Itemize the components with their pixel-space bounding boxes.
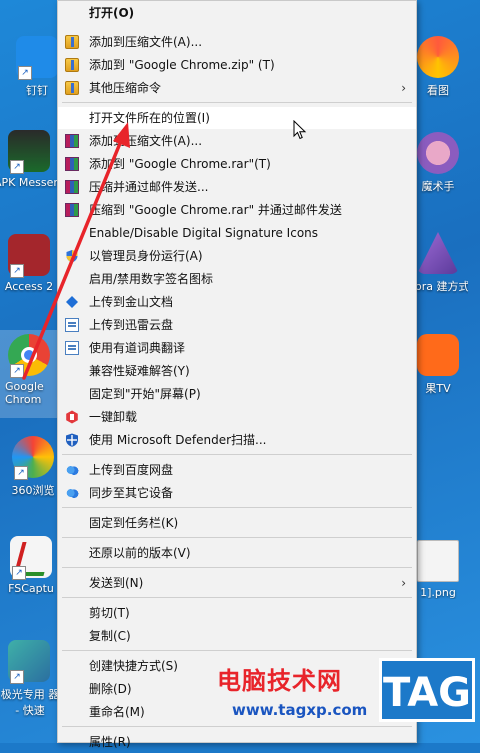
menu-item-rar-add-to-rar[interactable]: 添加到 "Google Chrome.rar"(T) (58, 153, 416, 175)
desktop-icon-label: 极光专用 器 - 快速 (0, 688, 60, 717)
menu-item-defender-scan[interactable]: 使用 Microsoft Defender扫描... (58, 429, 416, 451)
chrome-icon: ↗ (8, 334, 50, 378)
shortcut-arrow-icon: ↗ (10, 670, 24, 684)
menu-separator (62, 567, 412, 568)
access-icon: ↗ (8, 234, 50, 278)
menu-separator (62, 650, 412, 651)
menu-separator (62, 454, 412, 455)
360-browser-icon: ↗ (12, 436, 54, 480)
menu-item-upload-kdocs[interactable]: 上传到金山文档 (58, 291, 416, 313)
watermark-tag-badge: TAG (379, 658, 475, 722)
menu-separator (62, 726, 412, 727)
jiguang-icon: ↗ (8, 640, 50, 684)
dingtalk-icon: ↗ (16, 36, 58, 80)
context-menu: 打开(O) 添加到压缩文件(A)... 添加到 "Google Chrome.z… (57, 0, 417, 749)
mango-tv-icon (417, 334, 459, 376)
desktop-icon-jiguang[interactable]: ↗ 极光专用 器 - 快速 (0, 640, 64, 718)
geogebra-icon (417, 232, 459, 274)
menu-item-add-to-zip[interactable]: 添加到 "Google Chrome.zip" (T) (58, 54, 416, 76)
desktop-icon-label: 魔术手 (421, 180, 455, 193)
shortcut-arrow-icon: ↗ (10, 160, 24, 174)
menu-item-pin-to-start[interactable]: 固定到"开始"屏幕(P) (58, 383, 416, 405)
menu-item-upload-xunlei[interactable]: 上传到迅雷云盘 (58, 314, 416, 336)
menu-item-cut[interactable]: 剪切(T) (58, 602, 416, 624)
menu-separator (62, 102, 412, 103)
png-file-icon (417, 540, 459, 582)
xunlei-frame-icon (65, 318, 79, 332)
menu-item-pin-to-taskbar[interactable]: 固定到任务栏(K) (58, 512, 416, 534)
submenu-arrow-icon: › (401, 576, 406, 590)
menu-item-other-compress[interactable]: 其他压缩命令 › (58, 77, 416, 99)
image-viewer-icon (417, 36, 459, 78)
uac-shield-icon (66, 250, 78, 263)
desktop-icon-right-2[interactable]: 魔术手 (408, 132, 468, 194)
menu-item-add-to-archive[interactable]: 添加到压缩文件(A)... (58, 31, 416, 53)
rar-icon (65, 180, 79, 194)
desktop-icon-label: ebra 建方式 (408, 280, 468, 293)
defender-icon (66, 433, 78, 447)
uninstall-icon (66, 410, 78, 424)
menu-item-rar-compress-email[interactable]: 压缩并通过邮件发送... (58, 176, 416, 198)
shortcut-arrow-icon: ↗ (10, 264, 24, 278)
watermark-url: www.tagxp.com (232, 701, 368, 719)
submenu-arrow-icon: › (401, 81, 406, 95)
desktop-icon-apk-messenger[interactable]: ↗ APK Messeng (0, 130, 64, 189)
watermark-site-name: 电脑技术网 (217, 667, 342, 695)
photo-tool-icon (417, 132, 459, 174)
menu-item-sync-devices[interactable]: 同步至其它设备 (58, 482, 416, 504)
menu-separator (62, 537, 412, 538)
shortcut-arrow-icon: ↗ (10, 364, 24, 378)
fscapture-icon: ↗ (10, 536, 53, 580)
desktop-icon-google-chrome[interactable]: ↗ Google Chrom (0, 330, 64, 418)
desktop-icon-right-4[interactable]: 果TV (408, 334, 468, 396)
menu-item-one-click-uninstall[interactable]: 一键卸载 (58, 406, 416, 428)
desktop-icon-label: APK Messeng (0, 176, 64, 189)
youdao-frame-icon (65, 341, 79, 355)
menu-item-upload-baidu[interactable]: 上传到百度网盘 (58, 459, 416, 481)
desktop-icon-label: Access 2 (4, 280, 54, 293)
mouse-cursor-icon (293, 120, 307, 140)
menu-item-restore-versions[interactable]: 还原以前的版本(V) (58, 542, 416, 564)
desktop-icon-right-3[interactable]: ebra 建方式 (408, 232, 468, 294)
desktop-icon-label: Google Chrom (5, 380, 44, 406)
menu-item-send-to[interactable]: 发送到(N) › (58, 572, 416, 594)
shortcut-arrow-icon: ↗ (14, 466, 28, 480)
rar-icon (65, 203, 79, 217)
desktop-icon-label: 果TV (425, 382, 451, 395)
menu-item-rar-add-to-archive[interactable]: 添加到压缩文件(A)... (58, 130, 416, 152)
zip-icon (65, 81, 79, 95)
shortcut-arrow-icon: ↗ (12, 566, 26, 580)
desktop-icon-label: 看图 (427, 84, 449, 97)
menu-item-digital-signature-en[interactable]: Enable/Disable Digital Signature Icons (58, 222, 416, 244)
baidu-cloud-icon (65, 486, 79, 500)
desktop-icon-label: 1].png (420, 586, 456, 599)
menu-item-open-file-location[interactable]: 打开文件所在的位置(I) (58, 107, 416, 129)
baidu-cloud-icon (65, 463, 79, 477)
menu-item-copy[interactable]: 复制(C) (58, 625, 416, 647)
menu-item-compatibility[interactable]: 兼容性疑难解答(Y) (58, 360, 416, 382)
menu-separator (62, 507, 412, 508)
menu-item-youdao-translate[interactable]: 使用有道词典翻译 (58, 337, 416, 359)
desktop-icon-right-1[interactable]: 看图 (408, 36, 468, 98)
shortcut-arrow-icon: ↗ (18, 66, 32, 80)
rar-icon (65, 157, 79, 171)
menu-separator (62, 597, 412, 598)
kdocs-icon (66, 296, 78, 308)
menu-item-digital-signature-cn[interactable]: 启用/禁用数字签名图标 (58, 268, 416, 290)
desktop-icon-right-5[interactable]: 1].png (408, 540, 468, 599)
rar-icon (65, 134, 79, 148)
menu-item-run-as-admin[interactable]: 以管理员身份运行(A) (58, 245, 416, 267)
menu-item-rar-compress-to-rar-email[interactable]: 压缩到 "Google Chrome.rar" 并通过邮件发送 (58, 199, 416, 221)
zip-icon (65, 35, 79, 49)
desktop-icon-access[interactable]: ↗ Access 2 (0, 234, 64, 293)
menu-item-properties[interactable]: 属性(R) (58, 731, 416, 753)
menu-item-open[interactable]: 打开(O) (58, 2, 416, 24)
android-icon: ↗ (8, 130, 50, 174)
zip-icon (65, 58, 79, 72)
